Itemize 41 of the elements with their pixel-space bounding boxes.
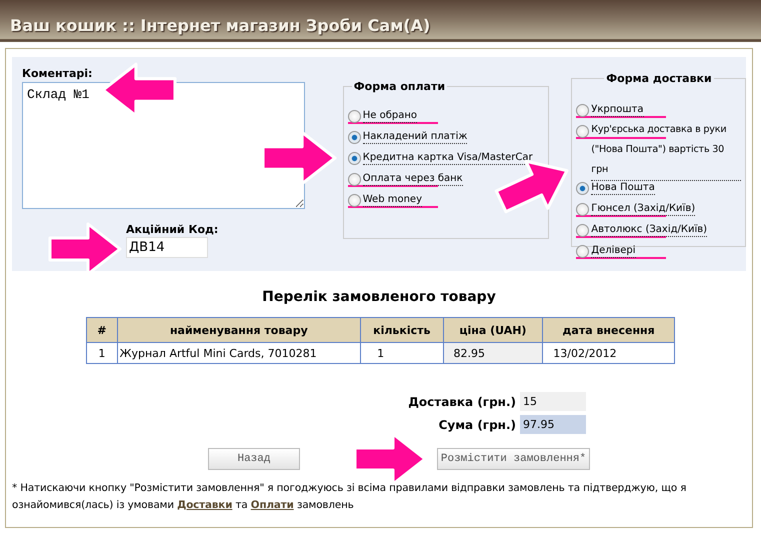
field-label: Коментарі: — [22, 67, 94, 80]
place-order-button[interactable]: Розмістити замовлення* — [437, 448, 590, 470]
table-cell: 1 — [86, 342, 118, 364]
page-title: Ваш кошик :: Інтернет магазин Зроби Сам(А) — [10, 16, 430, 35]
terms-note: * Натискаючи кнопку "Розмістити замовлення" я погоджуюсь зі всіма правилами відправки замовлень та підтверджую, що я ознайомився(лась) із умовами Доставки та Оплати замовлень — [12, 481, 688, 513]
payment-link[interactable]: Оплати — [250, 499, 294, 511]
column-header: кількість — [360, 318, 444, 342]
field-label: Акційний Код: — [126, 223, 220, 236]
group-legend: Форма доставки — [604, 72, 714, 85]
option-label: Нова Пошта — [591, 181, 655, 195]
section-heading: Перелік замовленого товару — [262, 289, 496, 305]
radio-button[interactable] — [576, 224, 590, 237]
total-label: Доставка (грн.) — [407, 394, 517, 408]
back-button[interactable]: Назад — [208, 448, 300, 470]
radio-button[interactable] — [348, 173, 361, 186]
radio-button[interactable] — [348, 131, 361, 144]
radio-button[interactable] — [576, 104, 590, 117]
table-cell: 1 — [360, 342, 444, 364]
column-header: # — [86, 318, 118, 342]
total-label: Сума (грн.) — [438, 418, 517, 432]
radio-button[interactable] — [348, 152, 361, 165]
pointer-arrow — [263, 130, 335, 186]
table-cell: 13/02/2012 — [542, 342, 674, 364]
promo-code-field[interactable]: ДВ14 — [126, 237, 208, 258]
radio-button[interactable] — [576, 203, 590, 216]
radio-button[interactable] — [576, 182, 590, 195]
comment-field[interactable]: Склад №1 — [22, 82, 305, 209]
radio-button[interactable] — [576, 125, 590, 138]
total-value: 97.95 — [520, 415, 586, 434]
column-header: ціна (UAH) — [443, 318, 543, 342]
table-cell: Журнал Artful Mini Cards, 7010281 — [117, 342, 361, 364]
column-header: найменування товару — [117, 318, 361, 342]
radio-button[interactable] — [348, 194, 361, 207]
column-header: дата внесення — [542, 318, 674, 342]
table-cell: 82.95 — [443, 342, 543, 364]
radio-button[interactable] — [576, 245, 590, 258]
group-legend: Форма оплати — [352, 80, 448, 93]
total-value: 15 — [520, 392, 586, 411]
delivery-link[interactable]: Доставки — [177, 499, 232, 511]
option-label: Накладений платіж — [362, 130, 468, 144]
radio-button[interactable] — [348, 110, 361, 123]
